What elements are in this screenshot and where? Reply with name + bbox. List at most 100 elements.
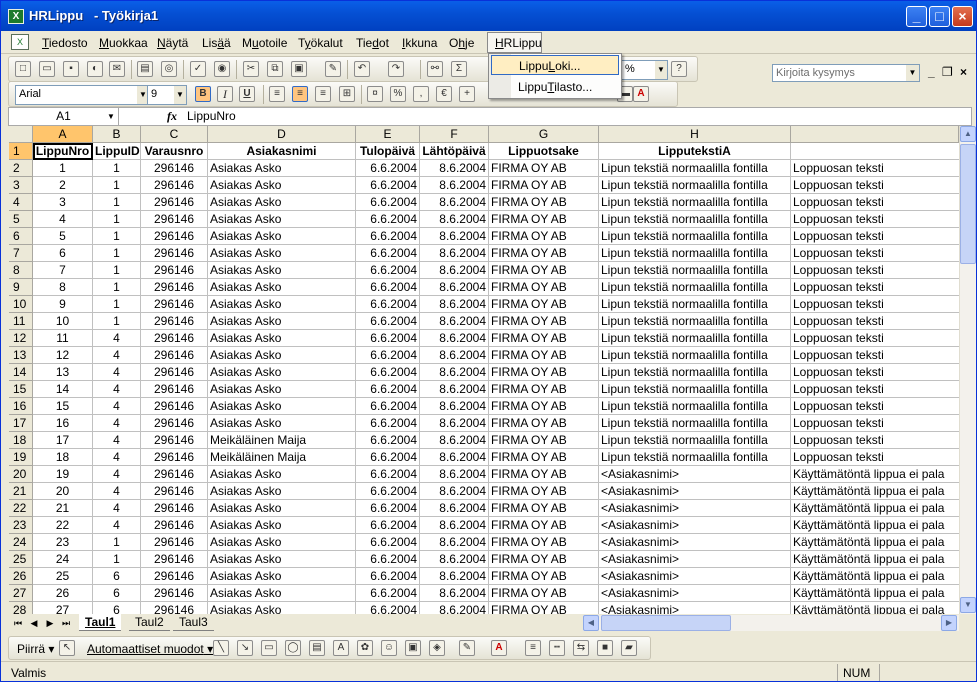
row-header[interactable]: 28 bbox=[9, 602, 33, 614]
cell-ots[interactable]: FIRMA OY AB bbox=[489, 551, 599, 568]
cell-name[interactable]: Asiakas Asko bbox=[208, 517, 356, 534]
cell-v[interactable]: 296146 bbox=[141, 568, 208, 585]
column-header[interactable] bbox=[791, 126, 959, 143]
cell-b[interactable]: Käyttämätöntä lippua ei pala bbox=[791, 534, 959, 551]
cell-ots[interactable]: FIRMA OY AB bbox=[489, 500, 599, 517]
cell-id[interactable]: 4 bbox=[93, 517, 141, 534]
cell-lahto[interactable]: 8.6.2004 bbox=[420, 296, 489, 313]
help-question-input[interactable]: Kirjoita kysymys ▼ bbox=[772, 64, 920, 82]
menu-item-lippuloki[interactable]: LippuLoki... bbox=[491, 55, 619, 75]
cell-id[interactable]: 4 bbox=[93, 449, 141, 466]
cell-v[interactable]: 296146 bbox=[141, 347, 208, 364]
row-header[interactable]: 2 bbox=[9, 160, 33, 177]
cell-a[interactable]: Lipun tekstiä normaalilla fontilla bbox=[599, 330, 791, 347]
menu-item-lipputilasto[interactable]: LippuTilasto... bbox=[491, 77, 619, 97]
cell-n[interactable]: 17 bbox=[33, 432, 93, 449]
cell-tulo[interactable]: 6.6.2004 bbox=[356, 160, 420, 177]
cell-b[interactable]: Käyttämätöntä lippua ei pala bbox=[791, 585, 959, 602]
arrow-icon[interactable]: ↘ bbox=[237, 640, 253, 656]
cell-lahto[interactable]: 8.6.2004 bbox=[420, 347, 489, 364]
cell-n[interactable]: 6 bbox=[33, 245, 93, 262]
cell-tulo[interactable]: 6.6.2004 bbox=[356, 466, 420, 483]
line-color-icon[interactable]: ✎ bbox=[459, 640, 475, 656]
cell-lahto[interactable]: 8.6.2004 bbox=[420, 177, 489, 194]
print-icon[interactable]: ▤ bbox=[137, 61, 153, 77]
cell-name[interactable]: Asiakas Asko bbox=[208, 160, 356, 177]
draw-menu[interactable]: Piirrä ▾ bbox=[17, 642, 54, 656]
row-header[interactable]: 13 bbox=[9, 347, 33, 364]
chevron-down-icon[interactable]: ▼ bbox=[906, 65, 919, 81]
cell-id[interactable]: 1 bbox=[93, 160, 141, 177]
cell-id[interactable]: 4 bbox=[93, 415, 141, 432]
cell-n[interactable]: 2 bbox=[33, 177, 93, 194]
header-lippuid[interactable]: LippuID bbox=[93, 143, 141, 160]
cell-lahto[interactable]: 8.6.2004 bbox=[420, 211, 489, 228]
cell-tulo[interactable]: 6.6.2004 bbox=[356, 398, 420, 415]
menu-ikkuna[interactable]: Ikkuna bbox=[402, 36, 437, 50]
cell-lahto[interactable]: 8.6.2004 bbox=[420, 466, 489, 483]
cell-a[interactable]: Lipun tekstiä normaalilla fontilla bbox=[599, 279, 791, 296]
cell-b[interactable]: Loppuosan teksti bbox=[791, 194, 959, 211]
cell-ots[interactable]: FIRMA OY AB bbox=[489, 466, 599, 483]
sum-icon[interactable]: Σ bbox=[451, 61, 467, 77]
scroll-right-icon[interactable]: ▶ bbox=[941, 615, 957, 631]
cell-id[interactable]: 4 bbox=[93, 347, 141, 364]
cell-n[interactable]: 7 bbox=[33, 262, 93, 279]
cell-b[interactable]: Loppuosan teksti bbox=[791, 415, 959, 432]
cell-n[interactable]: 12 bbox=[33, 347, 93, 364]
cell-name[interactable]: Asiakas Asko bbox=[208, 194, 356, 211]
permission-icon[interactable]: ◐ bbox=[87, 61, 103, 77]
doc-minimize-button[interactable]: _ bbox=[928, 65, 935, 79]
row-header[interactable]: 6 bbox=[9, 228, 33, 245]
cell-lahto[interactable]: 8.6.2004 bbox=[420, 262, 489, 279]
cell-name[interactable]: Asiakas Asko bbox=[208, 177, 356, 194]
cell-v[interactable]: 296146 bbox=[141, 500, 208, 517]
undo-icon[interactable]: ↶ bbox=[354, 61, 370, 77]
diagram-icon[interactable]: ✿ bbox=[357, 640, 373, 656]
cell-name[interactable]: Asiakas Asko bbox=[208, 296, 356, 313]
cell-n[interactable]: 14 bbox=[33, 381, 93, 398]
row-header[interactable]: 10 bbox=[9, 296, 33, 313]
row-header[interactable]: 21 bbox=[9, 483, 33, 500]
cell-tulo[interactable]: 6.6.2004 bbox=[356, 279, 420, 296]
cell-ots[interactable]: FIRMA OY AB bbox=[489, 602, 599, 614]
scroll-left-icon[interactable]: ◀ bbox=[583, 615, 599, 631]
cell-v[interactable]: 296146 bbox=[141, 194, 208, 211]
name-box[interactable]: A1 bbox=[9, 108, 119, 125]
currency-icon[interactable]: ¤ bbox=[367, 86, 383, 102]
3d-icon[interactable]: ▰ bbox=[621, 640, 637, 656]
cell-a[interactable]: <Asiakasnimi> bbox=[599, 602, 791, 614]
cell-name[interactable]: Meikäläinen Maija bbox=[208, 432, 356, 449]
worksheet-grid[interactable]: A B C D E F G H 1 LippuNro LippuID Varausnro Asiakas… bbox=[9, 126, 959, 614]
cell-name[interactable]: Asiakas Asko bbox=[208, 262, 356, 279]
doc-restore-button[interactable]: ❐ bbox=[942, 65, 953, 79]
column-header-c[interactable]: C bbox=[141, 126, 208, 143]
cell-a[interactable]: <Asiakasnimi> bbox=[599, 568, 791, 585]
cell-v[interactable]: 296146 bbox=[141, 432, 208, 449]
chevron-down-icon[interactable]: ▼ bbox=[655, 61, 667, 79]
cell-name[interactable]: Asiakas Asko bbox=[208, 534, 356, 551]
cell-a[interactable]: Lipun tekstiä normaalilla fontilla bbox=[599, 262, 791, 279]
cell-tulo[interactable]: 6.6.2004 bbox=[356, 313, 420, 330]
print-preview-icon[interactable]: ◎ bbox=[161, 61, 177, 77]
cell-lahto[interactable]: 8.6.2004 bbox=[420, 432, 489, 449]
cell-a[interactable]: Lipun tekstiä normaalilla fontilla bbox=[599, 160, 791, 177]
minimize-button[interactable]: _ bbox=[906, 6, 927, 27]
cell-ots[interactable]: FIRMA OY AB bbox=[489, 262, 599, 279]
header-asiakasnimi[interactable]: Asiakasnimi bbox=[208, 143, 356, 160]
row-header[interactable]: 12 bbox=[9, 330, 33, 347]
cell-v[interactable]: 296146 bbox=[141, 466, 208, 483]
sheet-tab-taul2[interactable]: Taul2 bbox=[129, 614, 170, 631]
column-header-a[interactable]: A bbox=[33, 126, 93, 143]
cell-v[interactable]: 296146 bbox=[141, 313, 208, 330]
cell-name[interactable]: Asiakas Asko bbox=[208, 415, 356, 432]
cell-v[interactable]: 296146 bbox=[141, 602, 208, 614]
header-lipputeksta[interactable]: LipputekstiA bbox=[599, 143, 791, 160]
cell-id[interactable]: 1 bbox=[93, 194, 141, 211]
align-right-icon[interactable]: ≡ bbox=[315, 86, 331, 102]
cell-id[interactable]: 4 bbox=[93, 364, 141, 381]
header-lahtopaiva[interactable]: Lähtöpäivä bbox=[420, 143, 489, 160]
cell-b[interactable]: Loppuosan teksti bbox=[791, 211, 959, 228]
column-header-h[interactable]: H bbox=[599, 126, 791, 143]
font-name-select[interactable]: Arial ▼ bbox=[15, 85, 150, 105]
